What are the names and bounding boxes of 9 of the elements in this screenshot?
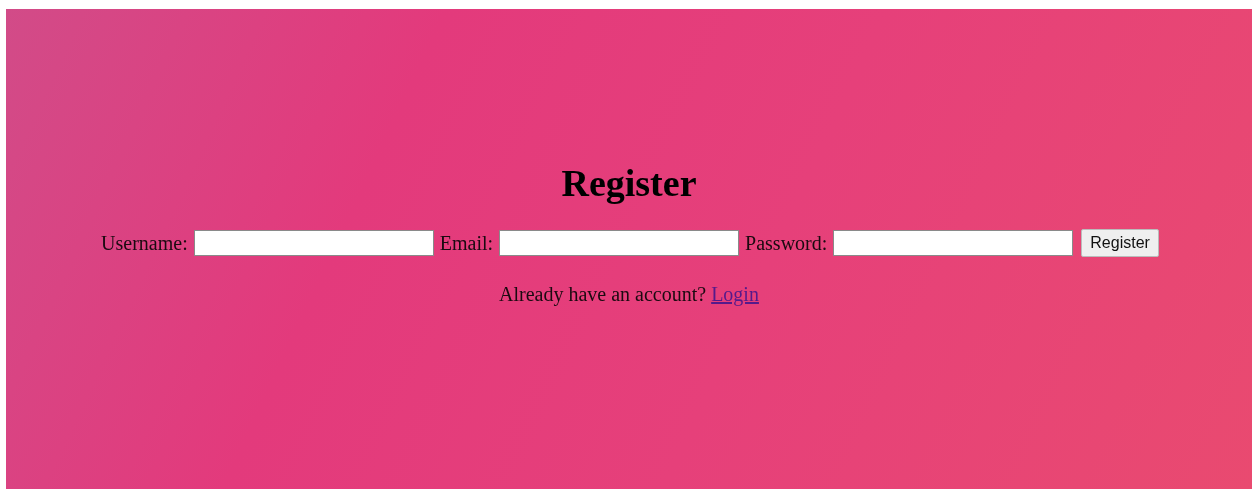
field-label: Username: <box>101 231 188 255</box>
input-field[interactable] <box>499 230 740 256</box>
field-label: Email: <box>439 231 494 255</box>
login-prompt: Already have an account? Login <box>499 283 759 306</box>
input-field[interactable] <box>193 230 434 256</box>
register-button[interactable]: Register <box>1081 229 1159 257</box>
page-heading: Register <box>561 161 697 206</box>
field-label: Password: <box>745 231 828 255</box>
input-field[interactable] <box>833 230 1074 256</box>
